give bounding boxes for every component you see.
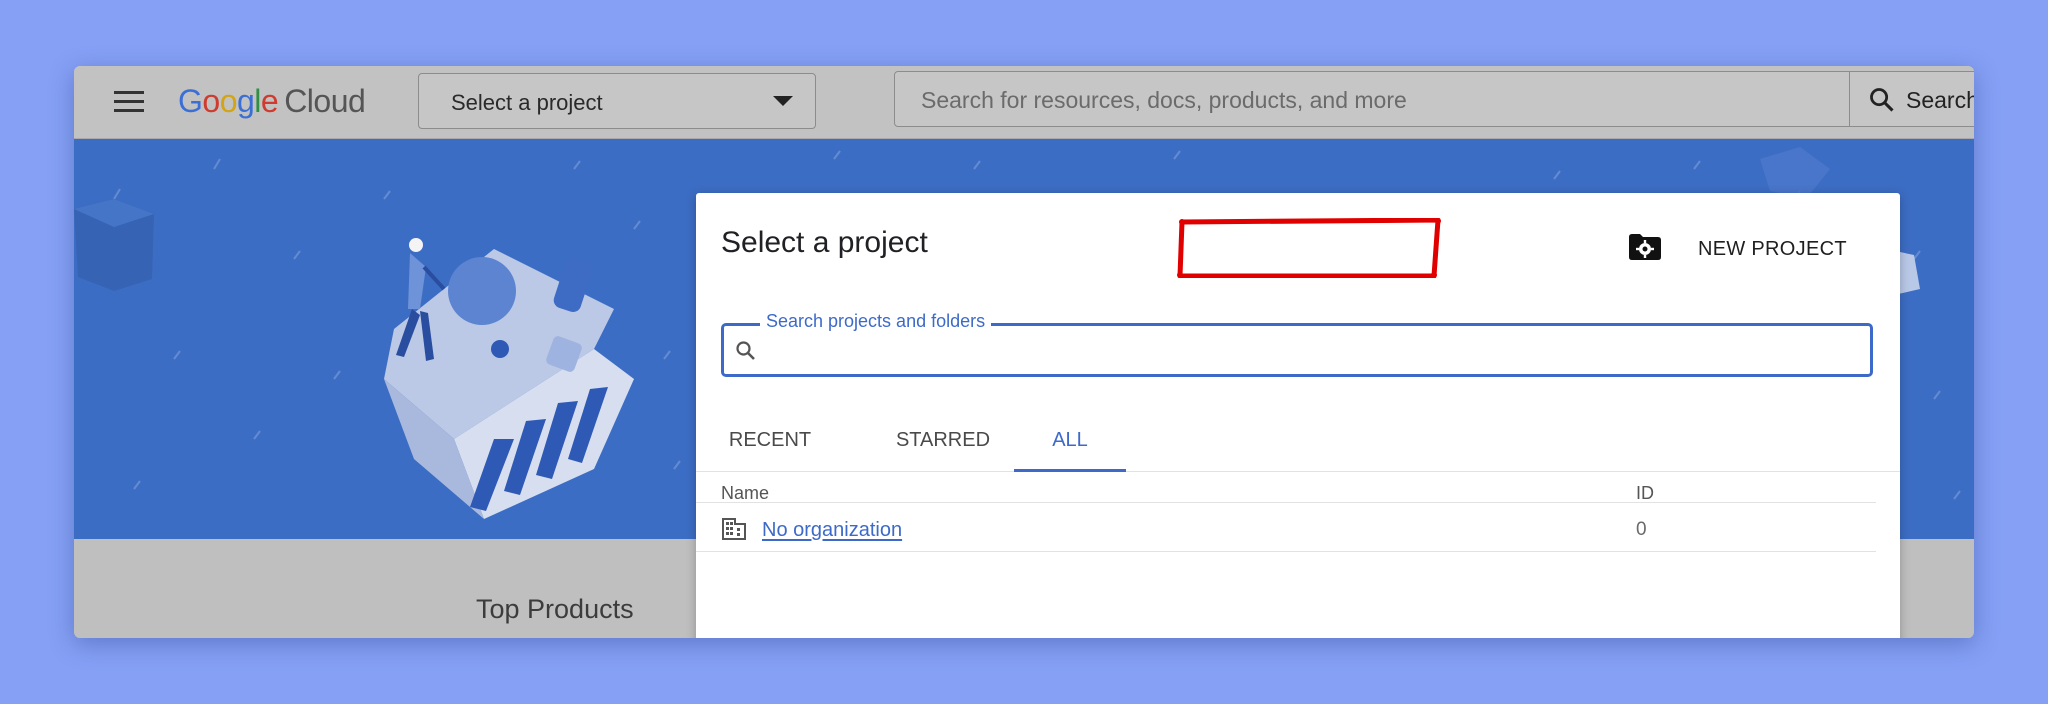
new-project-button[interactable]: NEW PROJECT (1614, 217, 1870, 277)
building-icon (722, 518, 746, 540)
tab-all[interactable]: ALL (1014, 411, 1126, 472)
logo-letter: e (260, 83, 279, 119)
tab-starred[interactable]: STARRED (878, 411, 1008, 469)
new-project-label: NEW PROJECT (1698, 238, 1847, 260)
logo-letter: o (219, 83, 238, 119)
logo-letter: l (254, 83, 261, 119)
table-row[interactable]: No organization 0 (696, 503, 1876, 551)
table-divider (696, 551, 1876, 552)
global-search-bar[interactable]: Search for resources, docs, products, an… (894, 71, 1974, 127)
project-tabs: RECENT STARRED ALL (696, 411, 1900, 472)
column-header-name[interactable]: Name (721, 483, 769, 504)
search-icon (1870, 88, 1894, 112)
logo-cloud-word: Cloud (284, 83, 366, 119)
search-icon (736, 341, 755, 360)
column-header-id[interactable]: ID (1636, 483, 1654, 504)
google-cloud-logo[interactable]: Google Cloud (178, 80, 366, 122)
dialog-title: Select a project (721, 226, 928, 259)
logo-letter: G (178, 83, 203, 119)
global-search-button[interactable]: Search (1849, 72, 1974, 126)
project-selector-label: Select a project (451, 90, 603, 115)
global-search-placeholder: Search for resources, docs, products, an… (921, 87, 1407, 113)
select-project-dialog: Select a project NEW PROJECT Search proj… (696, 193, 1900, 638)
folder-settings-icon (1629, 234, 1661, 260)
browser-window: Google Cloud Select a project Search for … (74, 66, 1974, 638)
caret-down-icon (773, 96, 793, 106)
organization-id: 0 (1636, 519, 1647, 540)
top-products-heading: Top Products (476, 594, 634, 624)
project-selector[interactable]: Select a project (418, 73, 816, 129)
organization-link[interactable]: No organization (762, 519, 902, 542)
project-search-field[interactable]: Search projects and folders (721, 311, 1873, 377)
global-search-button-label: Search (1906, 87, 1974, 113)
project-search-legend: Search projects and folders (760, 311, 992, 332)
logo-letter: o (202, 83, 220, 119)
tab-recent[interactable]: RECENT (710, 411, 830, 469)
logo-letter: g (236, 83, 255, 119)
hamburger-menu-icon[interactable] (114, 89, 144, 115)
project-search-input[interactable] (772, 332, 1866, 370)
top-bar: Google Cloud Select a project Search for … (74, 66, 1974, 139)
